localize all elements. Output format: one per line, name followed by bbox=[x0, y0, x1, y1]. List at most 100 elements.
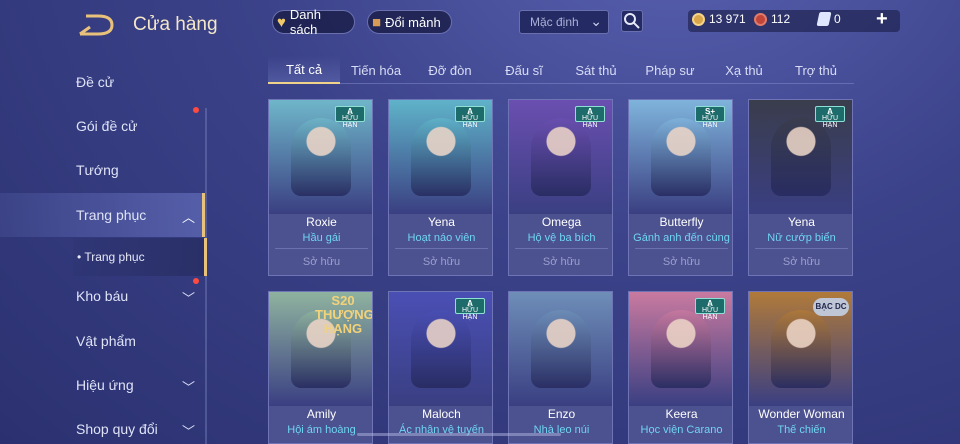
hero-name: Omega bbox=[541, 215, 582, 229]
scroll-indicator bbox=[357, 433, 561, 436]
sidebar-item-effects[interactable]: Hiệu ứng bbox=[0, 363, 205, 407]
badge-grade: A bbox=[707, 299, 713, 308]
badge-text: HỮU HẠN bbox=[701, 307, 719, 321]
hero-figure bbox=[291, 118, 351, 196]
sidebar-item-skins[interactable]: Trang phục bbox=[0, 193, 205, 237]
chevron-down-icon: ﹀ bbox=[182, 380, 196, 395]
tab-fighter[interactable]: Đấu sĩ bbox=[488, 56, 560, 84]
skin-name: Hoạt náo viên bbox=[407, 232, 476, 244]
skin-card[interactable]: BẠC DC Wonder Woman Thế chiến bbox=[748, 291, 853, 444]
hero-name: Roxie bbox=[306, 215, 337, 229]
rarity-badge: A HỮU HẠN bbox=[455, 298, 485, 321]
skin-card[interactable]: Enzo Nhà leo núi bbox=[508, 291, 613, 444]
sidebar-divider bbox=[205, 108, 207, 444]
sidebar-item-label: Trang phục bbox=[76, 207, 147, 223]
tab-mage[interactable]: Pháp sư bbox=[634, 56, 706, 84]
skin-name: Nữ cướp biển bbox=[767, 232, 836, 244]
voucher-icon bbox=[816, 12, 832, 26]
hero-figure bbox=[411, 310, 471, 388]
skin-card[interactable]: A HỮU HẠN Yena Hoạt náo viên Sở hữu bbox=[388, 99, 493, 276]
sidebar-item-label: Tướng bbox=[76, 162, 119, 178]
badge-grade: A bbox=[467, 107, 473, 116]
voucher-balance: 0 bbox=[816, 12, 841, 26]
badge-text: HỮU HẠN bbox=[461, 307, 479, 321]
rarity-badge: A HỮU HẠN bbox=[455, 106, 485, 129]
tab-evolution[interactable]: Tiến hóa bbox=[340, 56, 412, 84]
skin-card[interactable]: S20 THƯỢNG HẠNG Amily Hội ám hoàng bbox=[268, 291, 373, 444]
sort-dropdown[interactable]: Mặc định ⌄ bbox=[519, 10, 609, 34]
exchange-fragments-button[interactable]: ■ Đổi mảnh bbox=[367, 10, 452, 34]
search-button[interactable] bbox=[621, 10, 643, 32]
hero-name: Enzo bbox=[547, 407, 576, 421]
hero-name: Wonder Woman bbox=[758, 407, 845, 421]
hero-name: Yena bbox=[788, 215, 815, 229]
tab-support[interactable]: Trợ thủ bbox=[780, 56, 852, 84]
owned-status: Sở hữu bbox=[422, 256, 461, 268]
hero-name: Yena bbox=[428, 215, 455, 229]
card-divider bbox=[395, 248, 488, 249]
sort-selected-value: Mặc định bbox=[530, 15, 579, 29]
sidebar: Đề cử Gói đề cử Tướng Trang phục ︿ • Tra… bbox=[0, 58, 207, 444]
notification-dot bbox=[193, 107, 199, 113]
gold-coin-icon bbox=[692, 12, 705, 26]
sidebar-item-label: Kho báu bbox=[76, 288, 129, 304]
sidebar-item-recommended-packs[interactable]: Gói đề cử bbox=[0, 104, 205, 148]
silver-badge: BẠC DC bbox=[813, 298, 849, 316]
sidebar-item-heroes[interactable]: Tướng bbox=[0, 148, 205, 192]
sidebar-item-treasure[interactable]: Kho báu bbox=[0, 274, 205, 318]
gold-balance: 13 971 bbox=[692, 12, 746, 26]
skin-card[interactable]: S+ HỮU HẠN Butterfly Gánh anh đến cùng Sở hữ… bbox=[628, 99, 733, 276]
skin-card[interactable]: A HỮU HẠN Maloch Ác nhân vệ tuyến bbox=[388, 291, 493, 444]
sidebar-item-label: Shop quy đổi bbox=[76, 421, 158, 437]
ruby-amount: 112 bbox=[771, 12, 791, 26]
rarity-badge: A HỮU HẠN bbox=[575, 106, 605, 129]
skin-name: Hầu gái bbox=[302, 232, 341, 244]
hero-figure bbox=[771, 310, 831, 388]
sidebar-item-exchange-shop[interactable]: Shop quy đổi bbox=[0, 407, 205, 444]
tab-assassin[interactable]: Sát thủ bbox=[560, 56, 632, 84]
badge-grade: A bbox=[587, 107, 593, 116]
wishlist-label: Danh sách bbox=[289, 7, 321, 37]
ruby-icon bbox=[754, 12, 767, 26]
badge-grade: A bbox=[347, 107, 353, 116]
tab-marksman[interactable]: Xạ thủ bbox=[708, 56, 780, 84]
chevron-up-icon: ︿ bbox=[182, 210, 196, 225]
skin-card[interactable]: A HỮU HẠN Yena Nữ cướp biển Sở hữu bbox=[748, 99, 853, 276]
card-divider bbox=[755, 248, 848, 249]
sidebar-subitem-skins[interactable]: • Trang phục bbox=[73, 238, 207, 276]
sidebar-item-recommended[interactable]: Đề cử bbox=[0, 60, 205, 104]
chevron-down-icon: ﹀ bbox=[182, 291, 196, 306]
skin-card[interactable]: A HỮU HẠN Roxie Hầu gái Sở hữu bbox=[268, 99, 373, 276]
badge-text: HỮU HẠN bbox=[821, 115, 839, 129]
hero-figure bbox=[651, 118, 711, 196]
skin-card[interactable]: A HỮU HẠN Omega Hộ vệ ba bích Sở hữu bbox=[508, 99, 613, 276]
sidebar-item-label: Gói đề cử bbox=[76, 118, 138, 134]
owned-status: Sở hữu bbox=[302, 256, 341, 268]
badge-text: HỮU HẠN bbox=[581, 115, 599, 129]
skin-card[interactable]: A HỮU HẠN Keera Học viện Carano bbox=[628, 291, 733, 444]
owned-status: Sở hữu bbox=[542, 256, 581, 268]
tab-tank[interactable]: Đỡ đòn bbox=[414, 56, 486, 84]
back-arrow-icon[interactable] bbox=[78, 12, 116, 38]
search-icon bbox=[624, 13, 640, 29]
badge-grade: S+ bbox=[704, 107, 715, 116]
sidebar-item-items[interactable]: Vật phẩm bbox=[0, 319, 205, 363]
hero-figure bbox=[771, 118, 831, 196]
heart-icon: ♥ bbox=[277, 13, 286, 31]
chevron-down-icon: ﹀ bbox=[182, 424, 196, 439]
rarity-badge: A HỮU HẠN bbox=[695, 298, 725, 321]
owned-status: Sở hữu bbox=[662, 256, 701, 268]
card-divider bbox=[635, 248, 728, 249]
plus-icon[interactable]: + bbox=[876, 8, 888, 31]
hero-name: Keera bbox=[665, 407, 698, 421]
page-title: Cửa hàng bbox=[133, 14, 218, 35]
tab-all[interactable]: Tất cả bbox=[268, 56, 340, 84]
top-bar: Cửa hàng ♥ Danh sách ■ Đổi mảnh Mặc định… bbox=[0, 0, 960, 46]
wishlist-button[interactable]: ♥ Danh sách bbox=[272, 7, 355, 37]
exchange-label: Đổi mảnh bbox=[385, 14, 441, 30]
hero-figure bbox=[531, 310, 591, 388]
chevron-down-icon: ⌄ bbox=[590, 13, 602, 29]
skin-artwork bbox=[509, 292, 612, 406]
badge-grade: A bbox=[827, 107, 833, 116]
card-divider bbox=[275, 248, 368, 249]
